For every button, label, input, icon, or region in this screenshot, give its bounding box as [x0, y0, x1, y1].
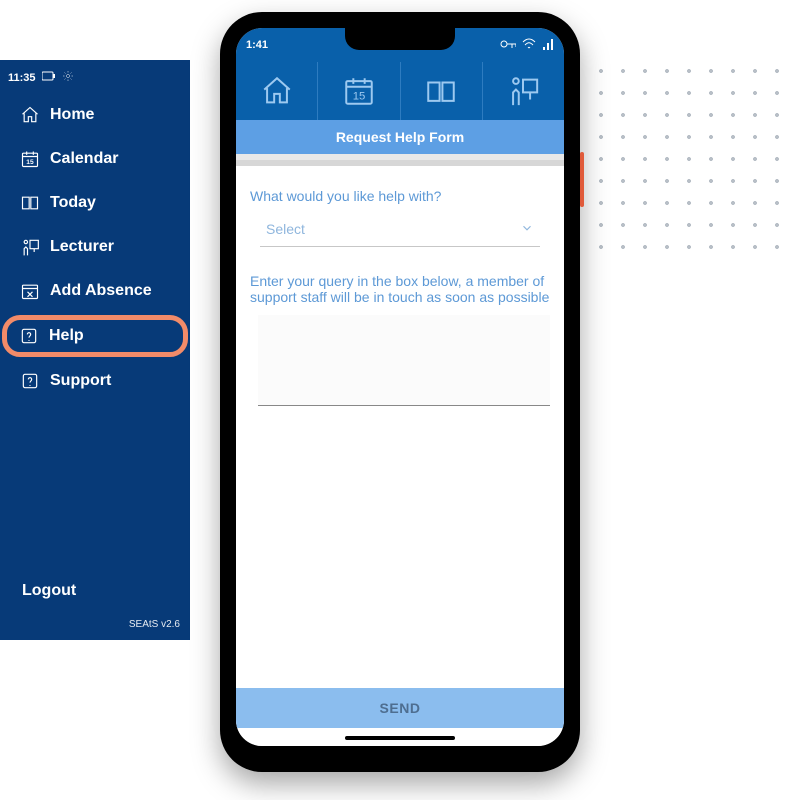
svg-text:15: 15	[26, 159, 34, 166]
form-header: Request Help Form	[236, 120, 564, 154]
sidebar-item-label: Calendar	[50, 150, 118, 168]
sidebar-item-support[interactable]: Support	[6, 361, 184, 401]
vpn-icon	[500, 39, 516, 52]
chevron-down-icon	[520, 221, 534, 238]
battery-icon	[42, 71, 56, 84]
phone-home-handle[interactable]	[345, 736, 455, 740]
signal-icon	[542, 38, 554, 53]
help-icon	[19, 326, 39, 346]
sidebar-item-add-absence[interactable]: Add Absence	[6, 271, 184, 311]
tab-lecturer[interactable]	[483, 62, 564, 120]
tab-calendar[interactable]: 15	[318, 62, 400, 120]
sidebar-item-label: Add Absence	[50, 282, 152, 300]
home-icon	[20, 105, 40, 125]
phone-toolbar: 15	[236, 62, 564, 120]
book-icon	[20, 193, 40, 213]
phone-notch	[345, 28, 455, 50]
gear-icon	[62, 70, 74, 85]
book-icon	[424, 74, 458, 108]
sidebar-item-label: Today	[50, 194, 96, 212]
query-textarea[interactable]	[258, 315, 550, 406]
send-button[interactable]: SEND	[236, 688, 564, 728]
sidebar-time: 11:35	[8, 72, 36, 84]
wifi-icon	[522, 38, 536, 53]
lecturer-icon	[506, 74, 540, 108]
sidebar-item-home[interactable]: Home	[6, 95, 184, 135]
help-topic-select[interactable]: Select	[260, 212, 540, 247]
sidebar-logout[interactable]: Logout	[22, 582, 76, 600]
calendar-icon: 15	[20, 149, 40, 169]
phone-screen: 1:41	[236, 28, 564, 746]
sidebar-item-label: Help	[49, 327, 84, 345]
sidebar-item-calendar[interactable]: 15 Calendar	[6, 139, 184, 179]
calendar-x-icon	[20, 281, 40, 301]
sidebar-item-label: Lecturer	[50, 238, 114, 256]
form-body: What would you like help with? Select En…	[236, 160, 564, 746]
sidebar: 11:35 Home 15 Calendar Today Lecturer Ad…	[0, 60, 190, 640]
home-icon	[260, 74, 294, 108]
question-help-with: What would you like help with?	[250, 188, 550, 204]
question-query: Enter your query in the box below, a mem…	[250, 273, 550, 305]
tab-book[interactable]	[401, 62, 483, 120]
sidebar-item-today[interactable]: Today	[6, 183, 184, 223]
sidebar-menu: Home 15 Calendar Today Lecturer Add Abse…	[0, 95, 190, 401]
select-placeholder: Select	[266, 221, 305, 237]
sidebar-status-bar: 11:35	[0, 66, 190, 89]
sidebar-item-label: Home	[50, 106, 94, 124]
sidebar-item-lecturer[interactable]: Lecturer	[6, 227, 184, 267]
calendar-icon: 15	[342, 74, 376, 108]
tab-home[interactable]	[236, 62, 318, 120]
right-status-icons	[500, 38, 554, 53]
phone-time: 1:41	[246, 39, 268, 51]
sidebar-item-help[interactable]: Help	[2, 315, 188, 357]
decorative-dots	[590, 60, 790, 260]
help-icon	[20, 371, 40, 391]
lecturer-icon	[20, 237, 40, 257]
sidebar-item-label: Support	[50, 372, 111, 390]
svg-text:15: 15	[353, 91, 366, 103]
sidebar-footer: SEAtS v2.6	[129, 619, 180, 630]
phone-frame: 1:41	[220, 12, 580, 772]
